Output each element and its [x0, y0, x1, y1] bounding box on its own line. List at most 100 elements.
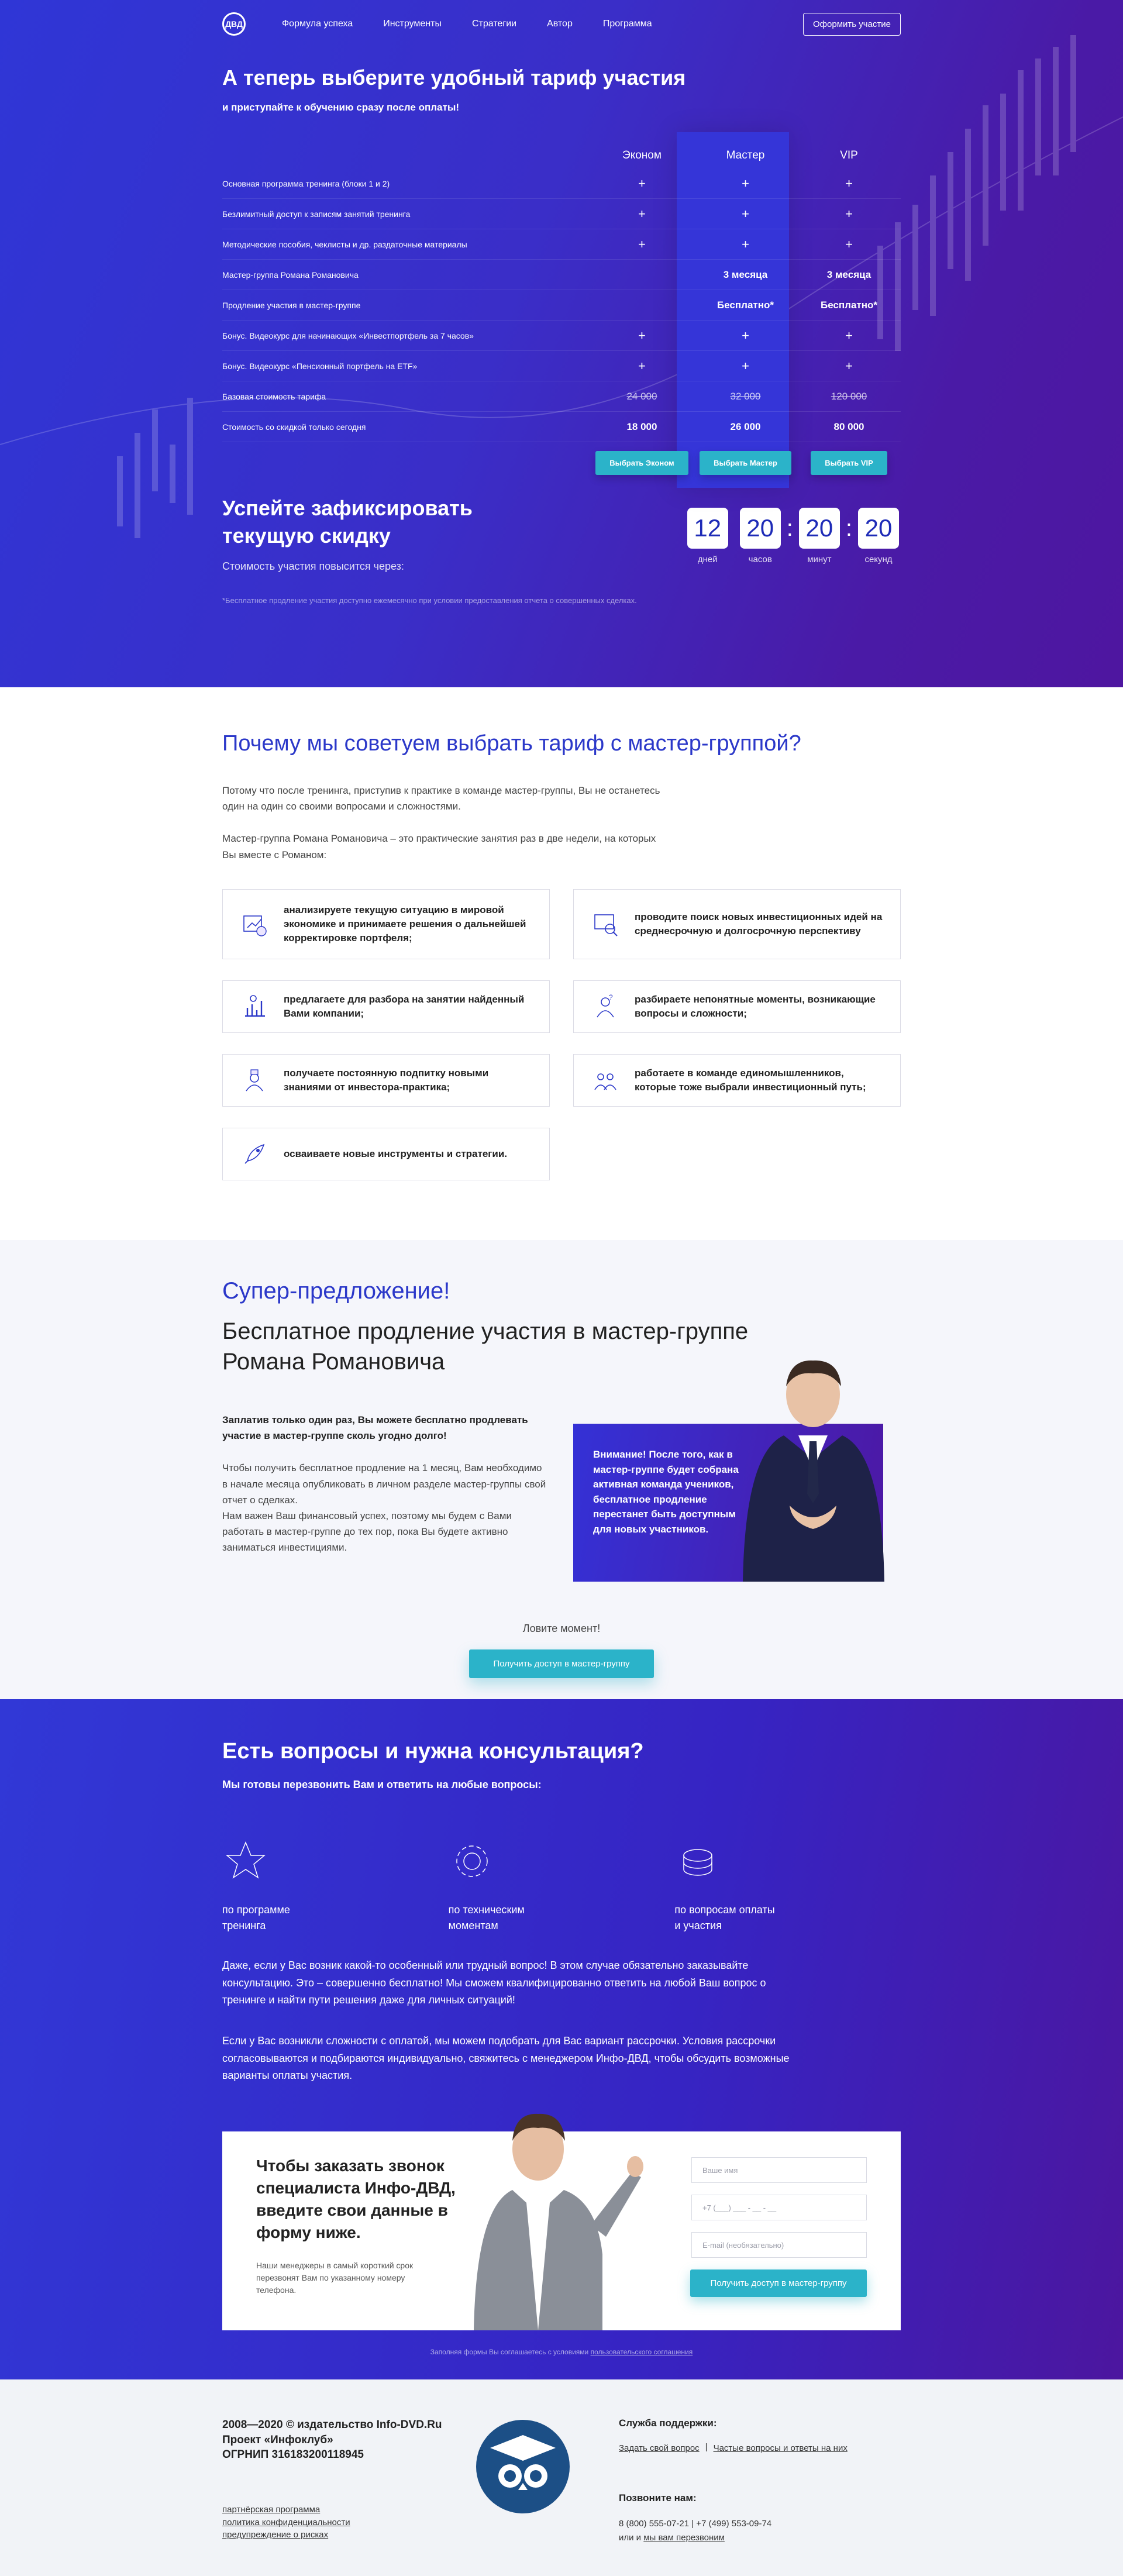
pricing-cell-vip: +: [845, 206, 853, 221]
footer-project: Проект «Инфоклуб»: [222, 2433, 333, 2446]
select-vip-button[interactable]: Выбрать VIP: [811, 450, 887, 475]
logo[interactable]: ДВД: [222, 12, 246, 36]
pricing-cell-vip: 80 000: [833, 421, 864, 432]
name-input[interactable]: Ваше имя: [691, 2157, 867, 2184]
topic-technical-line1: по техническим: [448, 1904, 525, 1916]
select-economy-button[interactable]: Выбрать Эконом: [595, 450, 688, 475]
support-title: Служба поддержки:: [619, 2417, 717, 2429]
benefit-text: работаете в команде единомышленников, ко…: [635, 1067, 866, 1093]
pricing-cell-economy: +: [638, 236, 646, 252]
nav-links: Формула успеха Инструменты Стратегии Авт…: [282, 19, 652, 29]
nav-link-tools[interactable]: Инструменты: [383, 19, 442, 29]
pricing-cell-economy: +: [638, 206, 646, 221]
why-paragraph-1: Потому что после тренинга, приступив к п…: [222, 785, 660, 812]
pricing-cell-master: Бесплатно*: [716, 299, 774, 311]
pricing-cell-economy: 24 000: [590, 391, 694, 402]
benefit-card: ? разбираете непонятные моменты, возникаю…: [573, 980, 901, 1033]
timer-hours-label: часов: [748, 555, 772, 564]
timer-seconds: 20: [858, 508, 899, 549]
discount-timer-block: Успейте зафиксировать текущую скидку Сто…: [222, 495, 901, 573]
timer-hours: 20: [739, 508, 781, 549]
pricing-feature-label: Мастер-группа Романа Романовича: [222, 270, 359, 280]
pricing-cell-master: +: [742, 328, 749, 343]
form-submit-button[interactable]: Получить доступ в мастер-группу: [690, 2270, 867, 2298]
footer-link-risks[interactable]: предупреждение о рисках: [222, 2529, 480, 2541]
benefit-card: предлагаете для разбора на занятии найде…: [222, 980, 550, 1033]
pricing-row: Стоимость со скидкой только сегодня 18 00…: [222, 412, 901, 442]
select-master-button[interactable]: Выбрать Мастер: [700, 450, 791, 475]
pricing-feature-label: Стоимость со скидкой только сегодня: [222, 422, 366, 432]
offer-paragraph-2: Нам важен Ваш финансовый успех, поэтому …: [222, 1510, 512, 1554]
pricing-feature-label: Продление участия в мастер-группе: [222, 300, 361, 310]
pricing-cell-economy: +: [638, 328, 646, 343]
pricing-cell-vip: +: [845, 328, 853, 343]
benefit-text: предлагаете для разбора на занятии найде…: [284, 993, 525, 1019]
faq-link[interactable]: Частые вопросы и ответы на них: [714, 2442, 848, 2455]
nav-link-strategies[interactable]: Стратегии: [472, 19, 516, 29]
phone-input[interactable]: +7 (___) ___ - __ - __: [691, 2195, 867, 2221]
ask-question-link[interactable]: Задать свой вопрос: [619, 2442, 700, 2455]
callback-link[interactable]: мы вам перезвоним: [643, 2533, 725, 2543]
countdown-timer: 12дней ​ 20часов : 20минут : 20секунд: [687, 508, 899, 564]
email-input[interactable]: E-mail (необязательно): [691, 2232, 867, 2258]
benefits-grid: анализируете текущую ситуацию в мировой …: [222, 888, 901, 1180]
benefit-text: разбираете непонятные моменты, возникающ…: [635, 993, 876, 1019]
pricing-cell-master: 3 месяца: [723, 268, 768, 280]
company-chart-icon: [245, 994, 265, 1017]
pricing-cell-vip: 120 000: [797, 391, 901, 402]
base-price: 32 000: [730, 390, 761, 402]
knowledge-person-icon: [246, 1069, 263, 1091]
pricing-cell-master: 26 000: [730, 421, 761, 432]
user-agreement-link[interactable]: пользовательского соглашения: [591, 2348, 693, 2356]
pricing-cell-vip: +: [845, 358, 853, 373]
pricing-cell-vip: Бесплатно*: [820, 299, 878, 311]
benefit-card: осваиваете новые инструменты и стратегии…: [222, 1127, 550, 1180]
pricing-feature-label: Бонус. Видеокурс для начинающих «Инвестп…: [222, 330, 474, 340]
pricing-cell-vip: +: [845, 175, 853, 191]
footer: 2008—2020 © издательство Info-DVD.Ru Прое…: [0, 2379, 1123, 2576]
pricing-header-row: Эконом Мастер VIP: [222, 143, 901, 168]
pricing-cell-master: +: [742, 206, 749, 221]
consent-prefix: Заполняя формы Вы соглашаетесь с условия…: [430, 2348, 589, 2357]
nav-cta-button[interactable]: Оформить участие: [803, 12, 901, 36]
nav-link-program[interactable]: Программа: [603, 19, 652, 29]
benefit-text: анализируете текущую ситуацию в мировой …: [284, 904, 526, 943]
phone-numbers: 8 (800) 555-07-21 | +7 (499) 553-09-74: [619, 2518, 772, 2529]
plan-economy: Эконом: [622, 149, 662, 161]
callback-prefix: или и: [619, 2532, 642, 2543]
topic-program-line1: по программе: [222, 1904, 290, 1916]
timer-seconds-label: секунд: [864, 555, 893, 564]
plan-vip: VIP: [840, 149, 858, 161]
footer-link-partner[interactable]: партнёрская программа: [222, 2503, 480, 2516]
topic-technical: по техническим моментам: [449, 1838, 675, 1934]
offer-paragraph-1: Чтобы получить бесплатное продление на 1…: [222, 1462, 546, 1506]
pricing-row: Основная программа тренинга (блоки 1 и 2…: [222, 168, 901, 199]
form-note: Наши менеджеры в самый короткий срок пер…: [256, 2261, 414, 2295]
timer-subtitle: Стоимость участия повысится через:: [222, 560, 404, 572]
topic-program-line2: тренинга: [222, 1920, 266, 1931]
pricing-feature-label: Основная программа тренинга (блоки 1 и 2…: [222, 178, 390, 188]
pricing-row: Методические пособия, чеклисты и др. раз…: [222, 229, 901, 260]
timer-days-label: дней: [697, 555, 718, 564]
topic-payment: по вопросам оплаты и участия: [674, 1838, 901, 1934]
pricing-feature-label: Базовая стоимость тарифа: [222, 391, 326, 401]
pricing-cell-economy: +: [638, 358, 646, 373]
star-icon: [225, 1841, 266, 1879]
get-access-button[interactable]: Получить доступ в мастер-группу: [469, 1649, 654, 1678]
rocket-icon: [244, 1144, 265, 1164]
benefit-card: получаете постоянную подпитку новыми зна…: [222, 1053, 550, 1107]
why-section: Почему мы советуем выбрать тариф с масте…: [0, 687, 1123, 1240]
nav-link-formula[interactable]: Формула успеха: [282, 19, 353, 29]
owl-logo-icon: [476, 2420, 570, 2513]
pricing-cell-vip: +: [845, 236, 853, 252]
why-title: Почему мы советуем выбрать тариф с масте…: [222, 731, 801, 756]
link-divider: |: [705, 2442, 708, 2452]
pricing-feature-label: Методические пособия, чеклисты и др. раз…: [222, 239, 467, 249]
pricing-buttons-row: Выбрать Эконом Выбрать Мастер Выбрать VI…: [222, 442, 901, 483]
pricing-section: ДВД Формула успеха Инструменты Стратегии…: [0, 0, 1123, 687]
pricing-cell-master: +: [742, 358, 749, 373]
footer-link-privacy[interactable]: политика конфиденциальности: [222, 2516, 480, 2529]
nav-link-author[interactable]: Автор: [547, 19, 573, 29]
timer-separator: :: [845, 515, 852, 541]
benefit-text: проводите поиск новых инвестиционных иде…: [635, 911, 883, 936]
